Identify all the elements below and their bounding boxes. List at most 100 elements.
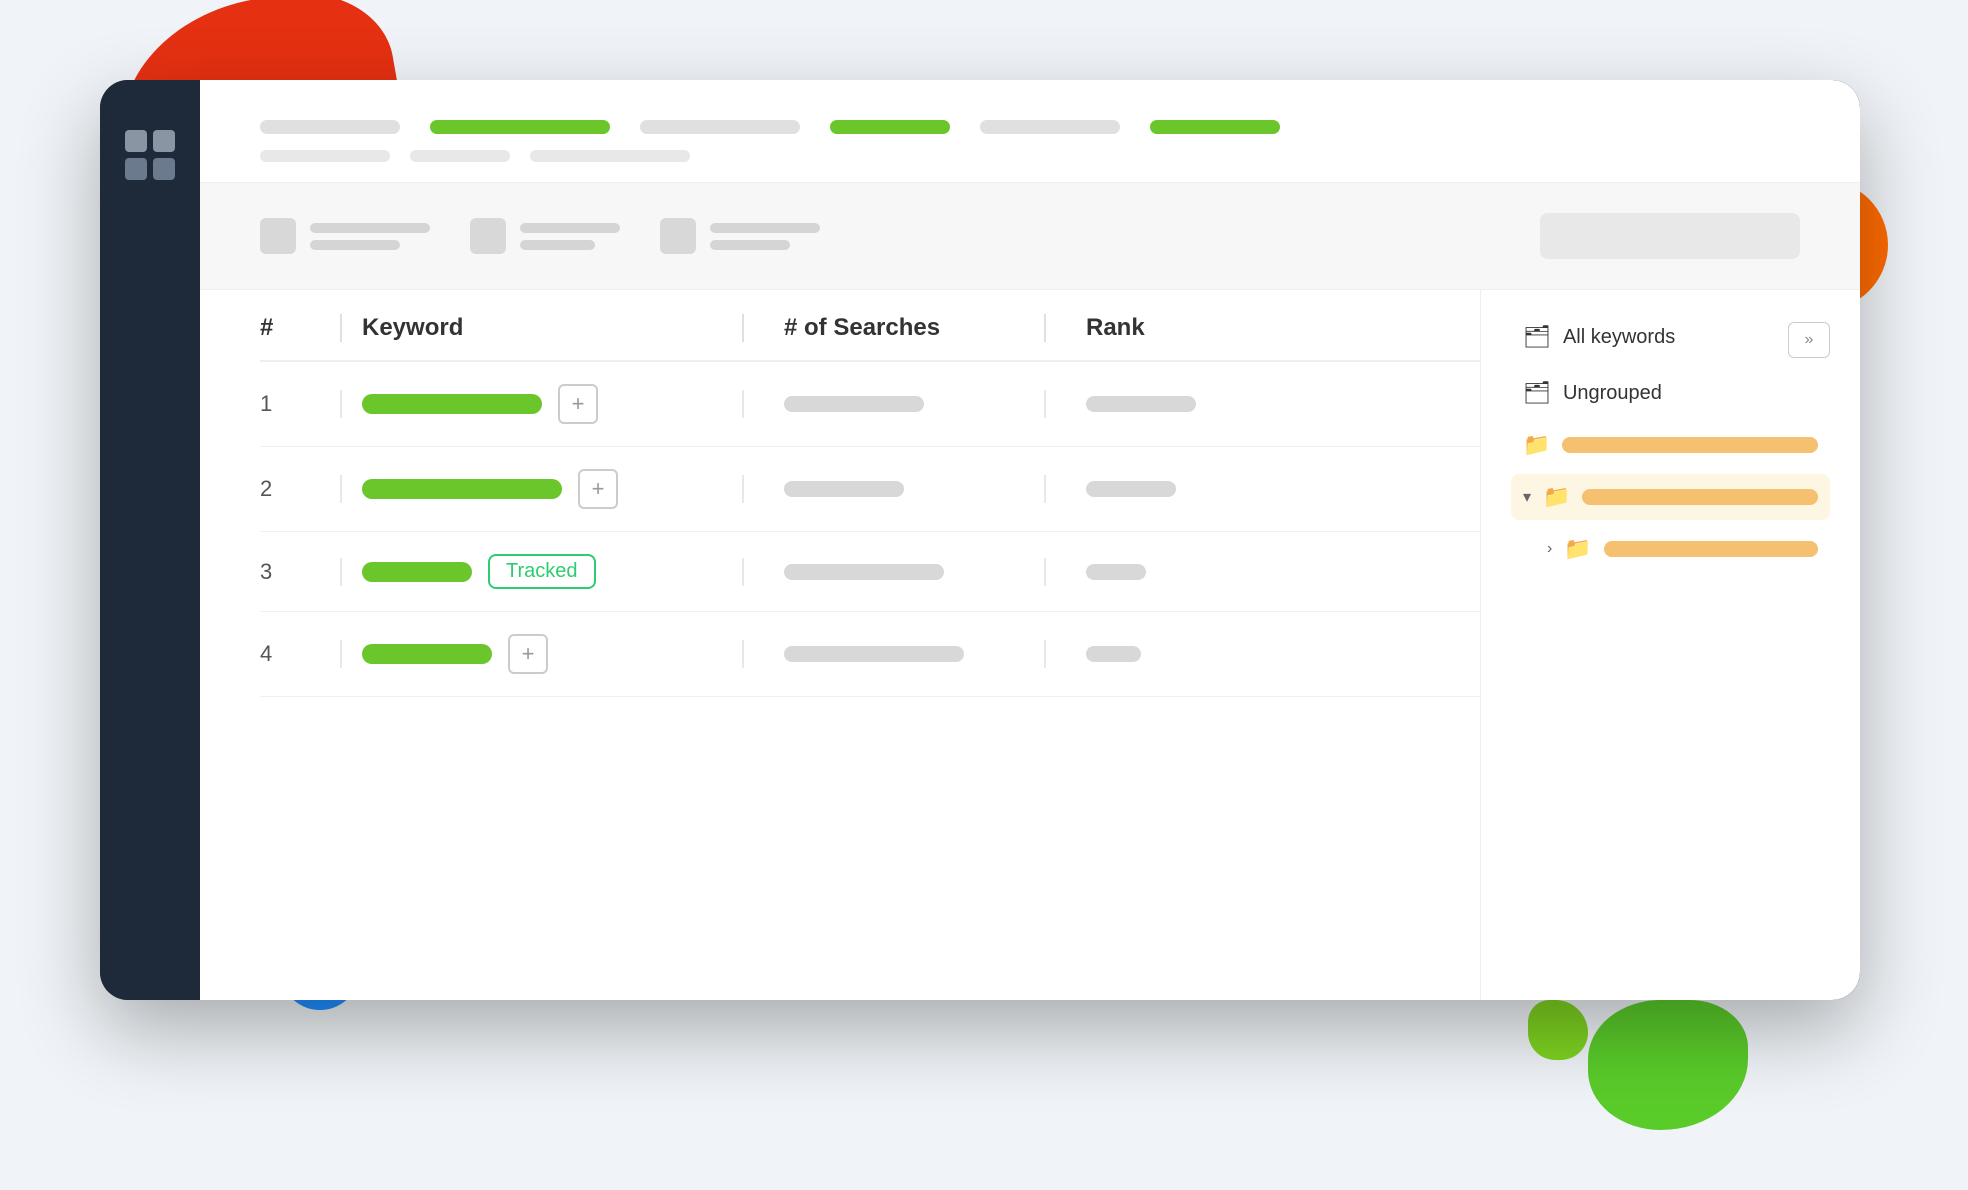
col-divider-2 [742, 314, 744, 342]
row-rank-4 [1066, 646, 1286, 662]
filter-line-3a [710, 223, 820, 233]
kw-label-all: All keywords [1563, 326, 1675, 349]
decorative-blob-green-small [1528, 1000, 1588, 1060]
filter-line-1a [310, 223, 430, 233]
row-rank-1 [1066, 396, 1286, 412]
filter-line-2a [520, 223, 620, 233]
filter-icon-3 [660, 218, 696, 254]
table-area: # Keyword # of Searches Rank 1 + [200, 290, 1860, 1000]
kw-label-ungrouped: Ungrouped [1563, 382, 1662, 405]
nav-tab-1[interactable] [260, 120, 400, 134]
kw-item-orange-1[interactable]: 📁 [1511, 422, 1830, 468]
folder-icon-orange-child: 📁 [1564, 536, 1591, 562]
row-divider-1 [340, 390, 342, 418]
add-keyword-2[interactable]: + [578, 469, 618, 509]
folder-icon-all: 🗂 [1523, 324, 1551, 350]
add-keyword-1[interactable]: + [558, 384, 598, 424]
nav-sub-1 [260, 150, 390, 162]
folder-icon-orange-2: 📁 [1543, 484, 1570, 510]
row-num-3: 3 [260, 559, 340, 585]
filter-line-3b [710, 240, 790, 250]
kw-item-ungrouped[interactable]: 🗂 Ungrouped [1511, 370, 1830, 416]
expand-icon-child: › [1547, 540, 1552, 558]
row-keyword-2: + [362, 469, 742, 509]
kw-bar-orange-2 [1582, 489, 1818, 505]
col-header-rank: Rank [1066, 314, 1286, 342]
filter-icon-2 [470, 218, 506, 254]
keyword-bar-1 [362, 394, 542, 414]
add-keyword-4[interactable]: + [508, 634, 548, 674]
searches-bar-4 [784, 646, 964, 662]
col-header-searches: # of Searches [764, 314, 1044, 342]
row-rank-divider-1 [1044, 390, 1046, 418]
kw-bar-orange-child [1604, 541, 1818, 557]
kw-item-orange-child[interactable]: › 📁 [1511, 526, 1830, 572]
filter-item-1 [260, 218, 430, 254]
filter-lines-1 [310, 223, 430, 250]
logo-square-3 [125, 158, 147, 180]
app-window: # Keyword # of Searches Rank 1 + [100, 80, 1860, 1000]
row-rank-divider-2 [1044, 475, 1046, 503]
searches-bar-1 [784, 396, 924, 412]
filter-search-box[interactable] [1540, 213, 1800, 259]
rank-bar-2 [1086, 481, 1176, 497]
table-row: 4 + [260, 612, 1480, 697]
filter-icon-1 [260, 218, 296, 254]
searches-bar-3 [784, 564, 944, 580]
nav-tab-4[interactable] [830, 120, 950, 134]
sidebar-logo [125, 130, 175, 180]
row-divider-2 [340, 475, 342, 503]
row-keyword-1: + [362, 384, 742, 424]
row-searches-1 [764, 396, 1044, 412]
logo-square-2 [153, 130, 175, 152]
filter-lines-2 [520, 223, 620, 250]
decorative-blob-green-large [1588, 1000, 1748, 1130]
rank-bar-3 [1086, 564, 1146, 580]
row-rank-divider-3 [1044, 558, 1046, 586]
row-searches-divider-3 [742, 558, 744, 586]
kw-item-orange-2[interactable]: ▾ 📁 [1511, 474, 1830, 520]
keyword-bar-3 [362, 562, 472, 582]
kw-group-all-keywords[interactable]: 🗂 All keywords » [1511, 314, 1830, 366]
row-keyword-3: Tracked [362, 554, 742, 589]
nav-tab-6[interactable] [1150, 120, 1280, 134]
col-header-num: # [260, 314, 340, 342]
nav-tab-3[interactable] [640, 120, 800, 134]
row-divider-3 [340, 558, 342, 586]
kw-item-all[interactable]: 🗂 All keywords [1511, 314, 1788, 360]
filter-line-1b [310, 240, 400, 250]
nav-tab-5[interactable] [980, 120, 1120, 134]
row-rank-3 [1066, 564, 1286, 580]
row-keyword-4: + [362, 634, 742, 674]
row-searches-divider-1 [742, 390, 744, 418]
filter-bar [200, 183, 1860, 290]
kw-bar-orange-1 [1562, 437, 1818, 453]
keyword-bar-4 [362, 644, 492, 664]
table-header: # Keyword # of Searches Rank [260, 290, 1480, 362]
col-divider-3 [1044, 314, 1046, 342]
sidebar [100, 80, 200, 1000]
row-searches-4 [764, 646, 1044, 662]
filter-item-3 [660, 218, 820, 254]
row-searches-divider-2 [742, 475, 744, 503]
row-searches-3 [764, 564, 1044, 580]
searches-bar-2 [784, 481, 904, 497]
chevron-all-keywords[interactable]: » [1788, 322, 1830, 358]
filter-lines-3 [710, 223, 820, 250]
nav-sub-2 [410, 150, 510, 162]
folder-icon-ungrouped: 🗂 [1523, 380, 1551, 406]
table-main: # Keyword # of Searches Rank 1 + [200, 290, 1480, 1000]
keyword-groups-panel: 🗂 All keywords » 🗂 Ungrouped 📁 [1480, 290, 1860, 1000]
tracked-badge: Tracked [488, 554, 596, 589]
row-searches-2 [764, 481, 1044, 497]
row-num-1: 1 [260, 391, 340, 417]
row-num-2: 2 [260, 476, 340, 502]
filter-item-2 [470, 218, 620, 254]
folder-icon-orange-1: 📁 [1523, 432, 1550, 458]
nav-tab-2[interactable] [430, 120, 610, 134]
col-divider-1 [340, 314, 342, 342]
table-row: 2 + [260, 447, 1480, 532]
table-row: 3 Tracked [260, 532, 1480, 612]
row-searches-divider-4 [742, 640, 744, 668]
nav-sub-3 [530, 150, 690, 162]
